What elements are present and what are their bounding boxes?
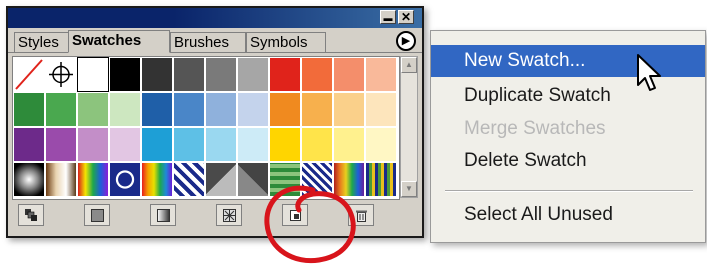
swatch-registration[interactable] (45, 57, 77, 92)
swatch[interactable] (141, 57, 173, 92)
show-color-swatches-button[interactable] (84, 204, 110, 226)
swatch[interactable] (269, 57, 301, 92)
all-swatches-icon (25, 209, 37, 221)
gradient-swatches-icon (157, 209, 170, 222)
mouse-pointer-icon (637, 54, 661, 91)
swatch[interactable] (109, 127, 141, 162)
swatch[interactable] (333, 127, 365, 162)
swatch[interactable] (365, 127, 397, 162)
pattern-swatches-icon (223, 209, 236, 222)
swatch[interactable] (173, 162, 205, 197)
palette-menu-button[interactable]: ▶ (396, 31, 416, 51)
scroll-down-button[interactable]: ▼ (401, 181, 417, 197)
swatch[interactable] (77, 162, 109, 197)
minimize-icon: ▬ (383, 13, 393, 23)
swatch[interactable] (365, 162, 397, 197)
tab-symbols-label: Symbols (250, 34, 308, 51)
swatch[interactable] (109, 57, 141, 92)
menu-item-merge-swatches: Merge Swatches (464, 118, 606, 139)
swatch[interactable] (109, 162, 141, 197)
swatch[interactable] (269, 127, 301, 162)
swatch[interactable] (45, 127, 77, 162)
swatch[interactable] (269, 92, 301, 127)
scroll-up-icon: ▲ (405, 60, 413, 69)
swatch[interactable] (205, 162, 237, 197)
swatch[interactable] (237, 127, 269, 162)
swatch[interactable] (13, 92, 45, 127)
annotation-circle (264, 185, 356, 264)
show-all-swatches-button[interactable] (18, 204, 44, 226)
scroll-down-icon: ▼ (405, 184, 413, 193)
swatch-scrollbar[interactable]: ▲ ▼ (400, 56, 418, 198)
swatch[interactable] (77, 127, 109, 162)
tab-styles-label: Styles (18, 34, 59, 51)
swatch[interactable] (365, 57, 397, 92)
registration-icon (49, 62, 73, 87)
tab-brushes[interactable]: Brushes (170, 32, 246, 52)
none-swatch-icon (15, 59, 43, 90)
swatch[interactable] (45, 162, 77, 197)
swatch[interactable] (77, 57, 109, 92)
swatch[interactable] (365, 92, 397, 127)
palette-title-bar[interactable]: ▬ ✕ (8, 8, 422, 28)
swatch-none[interactable] (13, 57, 45, 92)
show-gradient-swatches-button[interactable] (150, 204, 176, 226)
palette-tab-row: Styles Swatches Brushes Symbols ▶ (8, 28, 422, 53)
swatch[interactable] (141, 92, 173, 127)
swatch[interactable] (173, 92, 205, 127)
swatch[interactable] (205, 127, 237, 162)
tab-swatches[interactable]: Swatches (68, 30, 170, 53)
swatch[interactable] (205, 57, 237, 92)
swatch[interactable] (13, 127, 45, 162)
swatch[interactable] (237, 92, 269, 127)
swatch[interactable] (13, 162, 45, 197)
swatch[interactable] (173, 127, 205, 162)
swatch[interactable] (205, 92, 237, 127)
menu-item-delete-swatch[interactable]: Delete Swatch (431, 145, 705, 177)
tab-swatches-label: Swatches (72, 32, 142, 49)
swatch[interactable] (141, 127, 173, 162)
menu-separator (445, 190, 693, 192)
tab-styles[interactable]: Styles (14, 32, 70, 52)
swatch[interactable] (333, 92, 365, 127)
swatch[interactable] (141, 162, 173, 197)
minimize-button[interactable]: ▬ (380, 10, 396, 24)
color-swatches-icon (91, 209, 104, 222)
swatch[interactable] (301, 92, 333, 127)
palette-menu-arrow-icon: ▶ (401, 35, 411, 47)
swatch[interactable] (109, 92, 141, 127)
show-pattern-swatches-button[interactable] (216, 204, 242, 226)
swatch[interactable] (45, 92, 77, 127)
swatch[interactable] (237, 57, 269, 92)
swatch[interactable] (301, 127, 333, 162)
swatch[interactable] (301, 57, 333, 92)
scroll-up-button[interactable]: ▲ (401, 57, 417, 73)
swatch[interactable] (77, 92, 109, 127)
tab-symbols[interactable]: Symbols (246, 32, 326, 52)
close-button[interactable]: ✕ (398, 10, 414, 24)
swatch[interactable] (333, 57, 365, 92)
close-icon: ✕ (400, 10, 412, 24)
menu-item-select-all-unused[interactable]: Select All Unused (431, 199, 705, 231)
tab-brushes-label: Brushes (174, 34, 230, 51)
swatch[interactable] (173, 57, 205, 92)
